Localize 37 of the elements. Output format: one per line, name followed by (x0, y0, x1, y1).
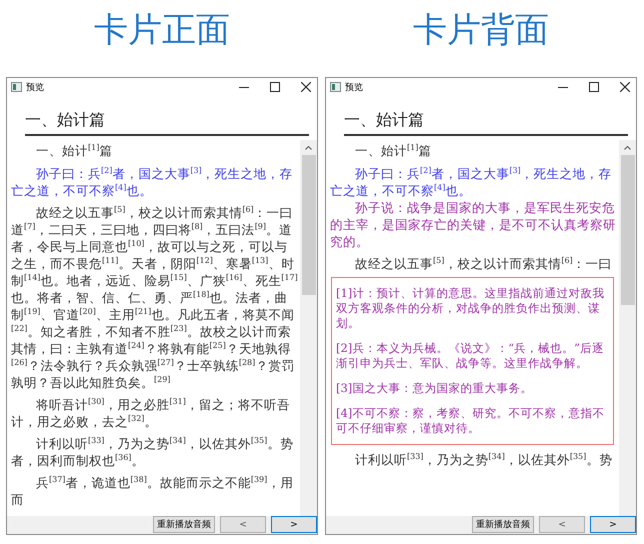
original-text: 孙子曰：兵$^{[2]}$者，国之大事$^{[3]}$，死生之地，存亡之道，不可不察$^{[4]}$也。 (11, 165, 294, 199)
body-paragraph: 故经之以五事$^{[5]}$，校之以计而索其情$^{[6]}$：一曰道$^{[7]}$，二曰天，三曰地，四曰将$^{[8]}$，五曰法$^{[9]}$。道者，令民与上同意也$^{[10]}$，故可以与之死，可以与之生，而不畏危$^{[11]}$。天者，阴阳$^{[12]}$、寒暑$^{[13]}$、时制$^{[14]}$也。地者，远近、险易$^{[15]}$、广狭$^{[16]}$、死生$^{[17]}$也。将者，智、信、仁、勇、严$^{[18]}$也。法者，曲制$^{[19]}$、官道$^{[20]}$、主用$^{[21]}$也。凡此五者，将莫不闻$^{[22]}$。知之者胜，不知者不胜$^{[23]}$。故校之以计而索其情，曰：主孰有道$^{[24]}$？将孰有能$^{[25]}$？天地孰得$^{[26]}$？法令孰行？兵众孰强$^{[27]}$？士卒孰练$^{[28]}$？赏罚孰明？吾以此知胜负矣。$^{[29]}$ (11, 204, 298, 391)
footnote-text: [2]兵：本义为兵械。《说文》：“兵，械也。”后逐渐引申为兵士、军队、战争等。这里作战争解。 (336, 341, 606, 371)
close-icon[interactable] (301, 82, 311, 92)
footnote-text: [1]计：预计、计算的意思。这里指战前通过对敌我双方客观条件的分析，对战争的胜负作出预测、谋划。 (336, 286, 606, 331)
translation-text: 孙子说：战争是国家的大事，是军民生死安危的主宰，是国家存亡的关键，是不可不认真考察研究的。 (330, 199, 617, 250)
body-paragraph: 计利以听$^{[33]}$，乃为之势$^{[34]}$，以佐其外$^{[35]}$。势者，因利而制权也$^{[36]}$。 (11, 435, 294, 469)
scrollbar[interactable] (300, 140, 317, 516)
replay-audio-button[interactable]: 重新播放音频 (153, 516, 215, 533)
chapter-title: 一、始计$^{[1]}$篇 (35, 142, 114, 159)
app-icon (11, 82, 22, 92)
scrollbar-thumb[interactable] (302, 155, 316, 295)
window-title: 预览 (26, 82, 44, 94)
footnote-text: [4]不可不察：察，考察、研究。不可不察，意指不可不仔细审察，谨慎对待。 (336, 406, 606, 436)
close-icon[interactable] (620, 82, 630, 92)
body-paragraph: 计利以听$^{[33]}$，乃为之势$^{[34]}$，以佐其外$^{[35]}$。势 (354, 451, 614, 468)
window-title: 预览 (345, 82, 363, 94)
body-paragraph: 故经之以五事$^{[5]}$，校之以计而索其情$^{[6]}$：一曰 (354, 255, 613, 272)
body-paragraph: 兵$^{[37]}$者，诡道也$^{[38]}$。故能而示之不能$^{[39]}$，用而 (11, 474, 294, 508)
card-caption: 卡片背面 (412, 9, 550, 52)
app-icon (330, 82, 341, 92)
scrollbar[interactable] (619, 140, 636, 516)
scrollbar-thumb[interactable] (620, 155, 634, 305)
section-heading: 一、始计篇 (344, 110, 628, 136)
original-text: 孙子曰：兵$^{[2]}$者，国之大事$^{[3]}$，死生之地，存亡之道，不可不察$^{[4]}$也。 (330, 165, 613, 199)
nav-button[interactable]: < (220, 516, 266, 533)
nav-button[interactable]: < (539, 516, 585, 533)
footnote-text: [3]国之大事：意为国家的重大事务。 (336, 381, 534, 396)
maximize-icon[interactable] (589, 82, 599, 92)
body-paragraph: 将听吾计$^{[30]}$，用之必胜$^{[31]}$，留之；将不听吾计，用之必败，去之$^{[32]}$。 (11, 396, 291, 430)
replay-audio-button[interactable]: 重新播放音频 (472, 516, 534, 533)
maximize-icon[interactable] (270, 82, 280, 92)
card-caption: 卡片正面 (93, 9, 231, 52)
section-heading: 一、始计篇 (25, 110, 309, 136)
nav-button[interactable]: > (590, 516, 636, 533)
nav-button[interactable]: > (271, 516, 317, 533)
chapter-title: 一、始计$^{[1]}$篇 (354, 142, 432, 159)
